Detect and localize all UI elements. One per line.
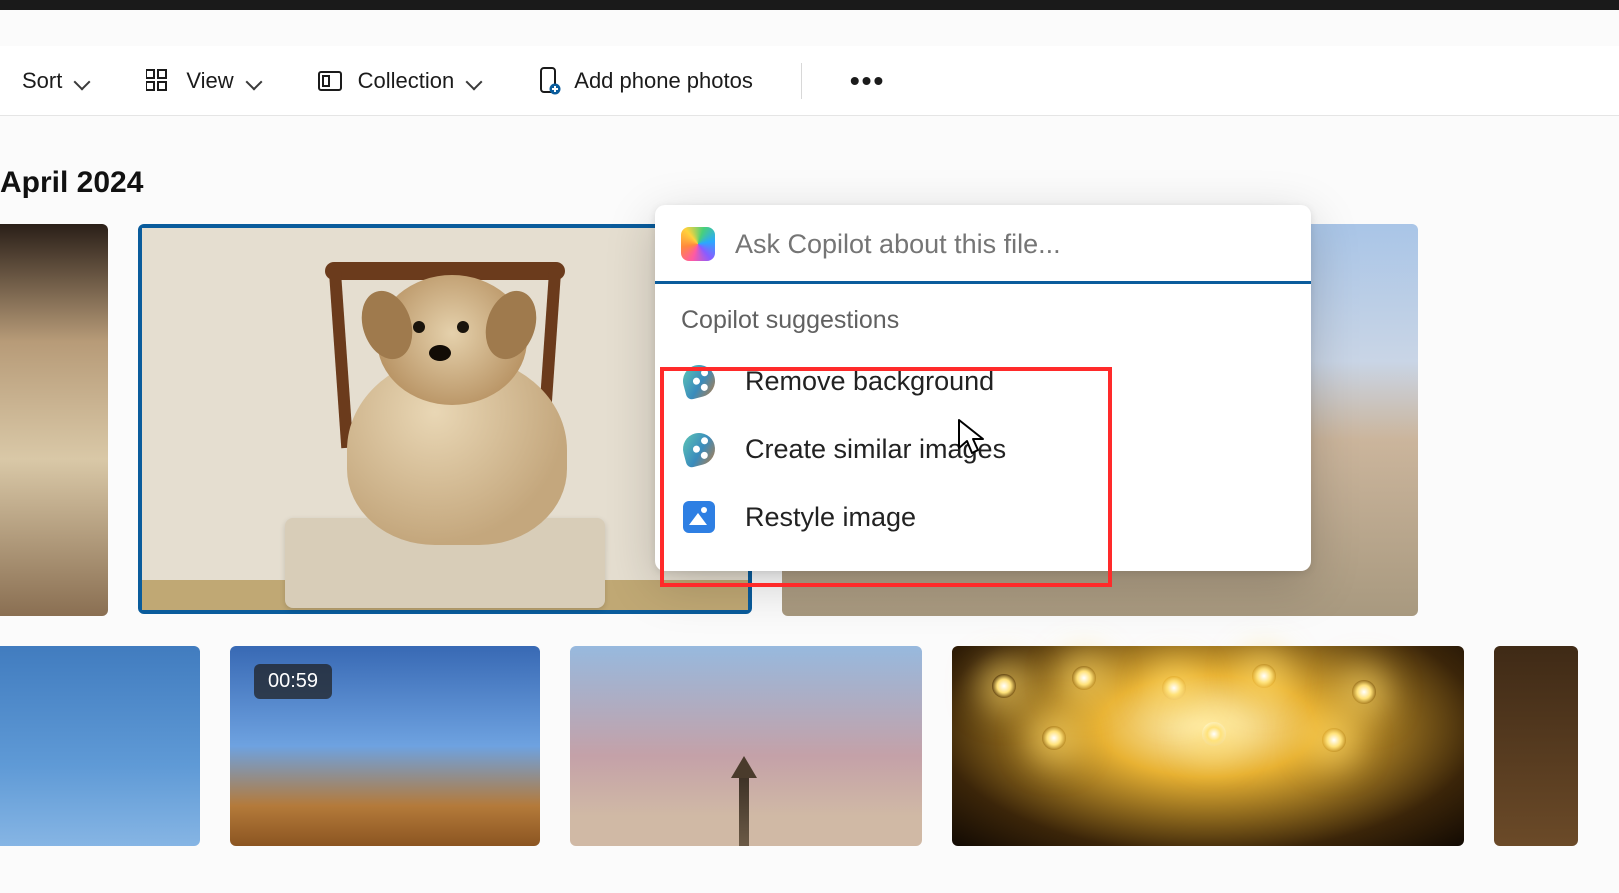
photo-thumb[interactable] <box>570 646 922 846</box>
video-duration-badge: 00:59 <box>254 664 332 699</box>
chevron-down-icon <box>466 73 482 89</box>
ellipsis-icon: ••• <box>850 67 885 95</box>
collection-button[interactable]: Collection <box>310 62 491 100</box>
toolbar: Sort View Collection Add phone photos ••… <box>0 46 1619 116</box>
dog-illustration <box>347 355 567 545</box>
view-grid-icon <box>146 69 174 93</box>
suggestion-restyle-image[interactable]: Restyle image <box>683 501 1283 533</box>
image-icon <box>683 501 715 533</box>
more-button[interactable]: ••• <box>842 61 893 101</box>
photo-thumb[interactable] <box>952 646 1464 846</box>
chevron-down-icon <box>246 73 262 89</box>
view-label: View <box>186 68 233 94</box>
section-month-title: April 2024 <box>0 166 143 200</box>
collection-icon <box>318 69 346 93</box>
view-button[interactable]: View <box>138 62 269 100</box>
photo-thumb[interactable] <box>0 646 200 846</box>
copilot-suggestions-title: Copilot suggestions <box>681 306 1285 335</box>
sort-button[interactable]: Sort <box>14 62 98 100</box>
suggestion-label: Restyle image <box>745 502 916 533</box>
video-thumb[interactable]: 00:59 <box>230 646 540 846</box>
palette-icon <box>679 429 718 468</box>
copilot-popup: Copilot suggestions Remove background Cr… <box>655 205 1311 571</box>
palette-icon <box>679 361 718 400</box>
copilot-logo-icon <box>681 227 715 261</box>
collection-label: Collection <box>358 68 455 94</box>
copilot-input[interactable] <box>735 229 1285 260</box>
sort-label: Sort <box>22 68 62 94</box>
suggestion-remove-background[interactable]: Remove background <box>683 365 1283 397</box>
photo-row-2: 00:59 <box>0 646 1619 846</box>
photo-thumb[interactable] <box>1494 646 1578 846</box>
photo-thumb[interactable] <box>0 224 108 616</box>
window-top-strip <box>0 0 1619 10</box>
copilot-search-row <box>655 205 1311 284</box>
copilot-suggestions-list: Remove background Create similar images … <box>681 359 1285 541</box>
add-phone-label: Add phone photos <box>574 68 753 94</box>
suggestion-create-similar[interactable]: Create similar images <box>683 433 1283 465</box>
phone-plus-icon <box>538 67 562 95</box>
chevron-down-icon <box>74 73 90 89</box>
toolbar-divider <box>801 63 802 99</box>
add-phone-photos-button[interactable]: Add phone photos <box>530 61 761 101</box>
suggestion-label: Remove background <box>745 366 994 397</box>
suggestion-label: Create similar images <box>745 434 1006 465</box>
